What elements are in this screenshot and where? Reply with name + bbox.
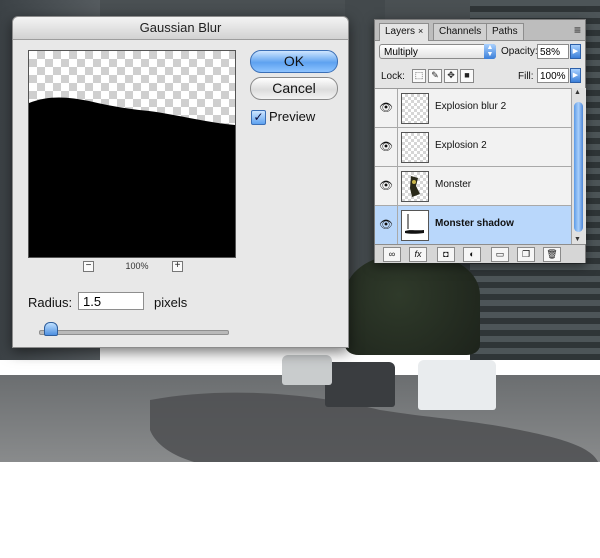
tab-channels[interactable]: Channels [433, 23, 488, 40]
dialog-title: Gaussian Blur [13, 17, 348, 40]
eye-icon[interactable]: 👁 [375, 167, 398, 205]
layer-name: Explosion blur 2 [435, 101, 507, 112]
opacity-label: Opacity: [501, 46, 538, 57]
blend-mode-value: Multiply [384, 47, 418, 58]
gaussian-blur-dialog: Gaussian Blur − 100% + OK Cancel ✓ Previ… [12, 16, 349, 348]
tab-label: Paths [492, 26, 518, 37]
new-layer-icon[interactable]: ❐ [517, 247, 535, 262]
layer-thumbnail [401, 132, 429, 163]
link-layers-icon[interactable]: ∞ [383, 247, 401, 262]
radius-label: Radius: [28, 295, 73, 310]
blur-preview[interactable] [28, 50, 236, 258]
layer-row-selected[interactable]: 👁 Monster shadow [375, 206, 571, 245]
zoom-out-button[interactable]: − [83, 261, 94, 272]
monster-thumbnail-icon [410, 176, 420, 197]
panel-tabs: Layers × Channels Paths ≡ [375, 20, 585, 41]
opacity-input[interactable]: 58% [537, 44, 569, 59]
lock-all-icon[interactable]: ■ [460, 69, 474, 83]
blend-mode-select[interactable]: Multiply ▲ ▼ [379, 44, 496, 59]
layer-thumbnail [401, 171, 429, 202]
panel-menu-icon[interactable]: ≡ [574, 23, 581, 37]
chevron-updown-icon: ▲ ▼ [484, 44, 496, 59]
car [418, 360, 496, 410]
layer-name: Monster [435, 179, 472, 190]
preview-image [29, 97, 235, 257]
zoom-level: 100% [125, 261, 149, 271]
shadow-thumbnail-icon [405, 214, 424, 234]
layer-thumbnail [401, 93, 429, 124]
white-ground [0, 462, 600, 558]
car [325, 362, 395, 407]
car [282, 355, 332, 385]
radius-slider-track[interactable] [39, 330, 229, 335]
layer-row[interactable]: 👁 Explosion 2 [375, 128, 571, 167]
close-icon[interactable]: × [418, 26, 423, 36]
zoom-controls: − 100% + [83, 261, 193, 275]
eye-icon[interactable]: 👁 [375, 206, 398, 244]
radius-slider-thumb[interactable] [44, 322, 58, 336]
layer-row[interactable]: 👁 Explosion blur 2 [375, 89, 571, 128]
layer-name: Explosion 2 [435, 140, 487, 151]
eye-icon[interactable]: 👁 [375, 128, 398, 166]
fill-label: Fill: [518, 71, 534, 82]
trash-icon[interactable]: 🗑 [543, 247, 561, 262]
layer-list: 👁 Explosion blur 2 👁 Explosion 2 👁 Monst… [375, 88, 571, 245]
fill-input[interactable]: 100% [537, 68, 569, 83]
layers-footer: ∞ fx ◘ ◐ ▭ ❐ 🗑 [375, 244, 585, 263]
preview-label: Preview [269, 109, 316, 124]
tab-label: Channels [439, 26, 482, 37]
adjustment-layer-icon[interactable]: ◐ [463, 247, 481, 262]
opacity-slider-arrow-icon[interactable]: ▶ [570, 44, 581, 59]
new-group-icon[interactable]: ▭ [491, 247, 509, 262]
layers-panel: Layers × Channels Paths ≡ Multiply ▲ ▼ Opa… [374, 19, 586, 263]
layers-scrollbar[interactable]: ▲ ▼ [571, 88, 586, 244]
layer-row[interactable]: 👁 Monster [375, 167, 571, 206]
lock-move-icon[interactable]: ✥ [444, 69, 458, 83]
fx-icon[interactable]: fx [409, 247, 427, 262]
tab-paths[interactable]: Paths [486, 23, 524, 40]
zoom-in-button[interactable]: + [172, 261, 183, 272]
eye-icon[interactable]: 👁 [375, 89, 398, 127]
checkmark-icon[interactable]: ✓ [251, 110, 266, 125]
scroll-up-icon[interactable]: ▲ [574, 89, 581, 96]
tab-layers[interactable]: Layers × [379, 23, 430, 41]
radius-unit: pixels [154, 295, 188, 310]
scrollbar-thumb[interactable] [574, 102, 583, 232]
scroll-down-icon[interactable]: ▼ [574, 236, 581, 243]
cancel-button[interactable]: Cancel [250, 77, 338, 100]
ok-button[interactable]: OK [250, 50, 338, 73]
lock-brush-icon[interactable]: ✎ [428, 69, 442, 83]
tab-label: Layers [385, 26, 416, 37]
lock-label: Lock: [381, 71, 405, 82]
layer-mask-icon[interactable]: ◘ [437, 247, 455, 262]
fill-slider-arrow-icon[interactable]: ▶ [570, 68, 581, 83]
radius-input[interactable] [78, 292, 144, 310]
layer-thumbnail [401, 210, 429, 241]
layer-name: Monster shadow [435, 218, 514, 229]
lock-transparent-icon[interactable]: ⬚ [412, 69, 426, 83]
